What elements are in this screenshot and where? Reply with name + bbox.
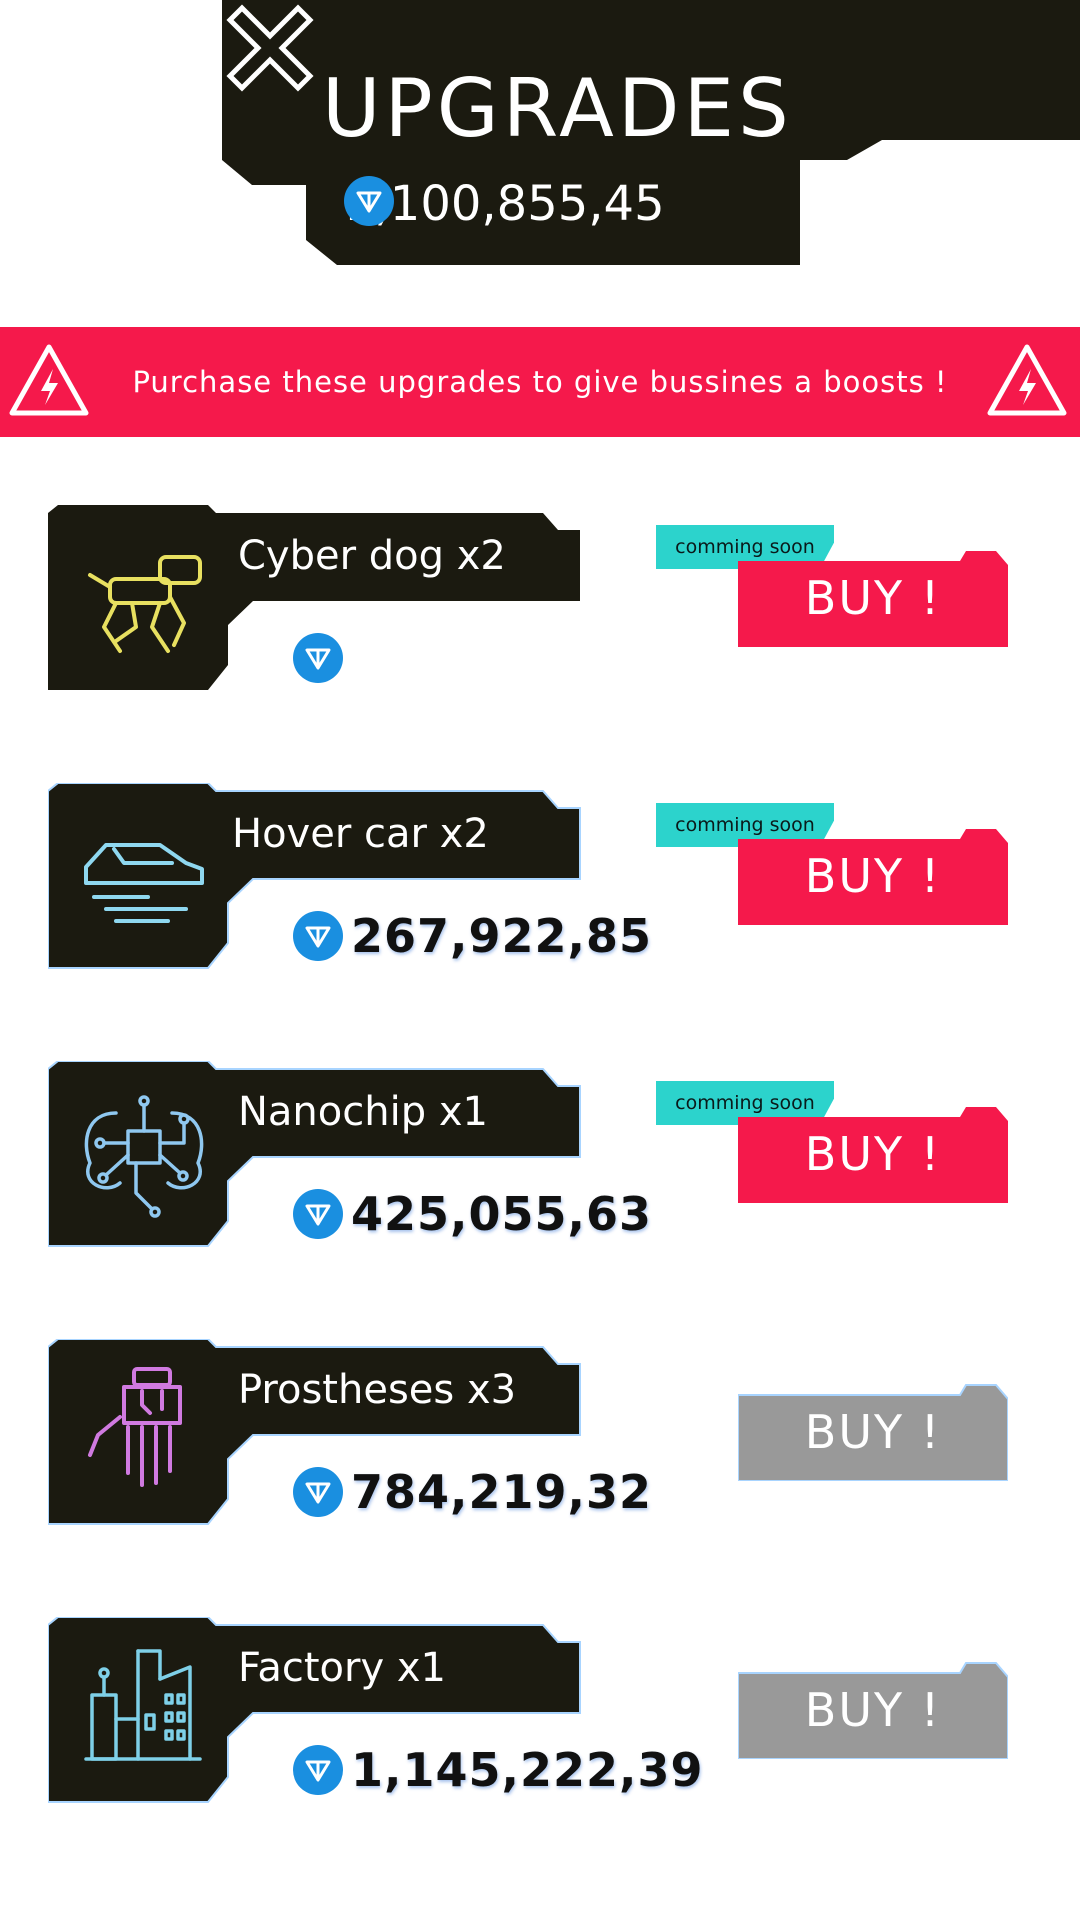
banner-text: Purchase these upgrades to give bussines… bbox=[132, 365, 948, 399]
ton-coin-icon bbox=[293, 1189, 343, 1239]
page-title: UPGRADES bbox=[322, 62, 793, 155]
buy-button[interactable]: BUY ! bbox=[738, 547, 1008, 647]
cyber-dog-icon bbox=[88, 555, 202, 653]
upgrade-card: Factory x1 1,145,222,39 bbox=[48, 1617, 703, 1807]
warning-icon bbox=[987, 344, 1067, 416]
upgrade-price: 115,055,15 bbox=[293, 631, 624, 685]
upgrade-card: Cyber dog x2 115,055,15 bbox=[48, 505, 623, 695]
prosthesis-hand-icon bbox=[88, 1367, 182, 1487]
buy-label: BUY ! bbox=[804, 849, 942, 903]
upgrade-row-cyber-dog: Cyber dog x2 115,055,15 comming soon BUY… bbox=[0, 505, 1080, 695]
buy-button[interactable]: BUY ! bbox=[738, 1103, 1008, 1203]
upgrade-row-factory: Factory x1 1,145,222,39 BUY ! bbox=[0, 1617, 1080, 1807]
price-amount: 425,055,63 bbox=[351, 1187, 653, 1241]
price-amount: 115,055,15 bbox=[351, 631, 625, 685]
upgrade-row-hover-car: Hover car x2 267,922,85 comming soon BUY… bbox=[0, 783, 1080, 973]
ton-coin-icon bbox=[344, 176, 394, 226]
upgrade-price: 1,145,222,39 bbox=[293, 1743, 704, 1797]
info-banner: Purchase these upgrades to give bussines… bbox=[0, 327, 1080, 437]
upgrade-row-nanochip: Nanochip x1 425,055,63 comming soon BUY … bbox=[0, 1061, 1080, 1251]
upgrade-card: Nanochip x1 425,055,63 bbox=[48, 1061, 651, 1251]
upgrade-name: Nanochip x1 bbox=[238, 1089, 488, 1135]
upgrade-card: Hover car x2 267,922,85 bbox=[48, 783, 651, 973]
ton-coin-icon bbox=[293, 911, 343, 961]
buy-button[interactable]: BUY ! bbox=[738, 825, 1008, 925]
warning-icon bbox=[9, 344, 89, 416]
hover-car-icon bbox=[84, 843, 204, 923]
buy-label: BUY ! bbox=[804, 1127, 942, 1181]
upgrade-card: Prostheses x3 784,219,32 bbox=[48, 1339, 651, 1529]
price-amount: 267,922,85 bbox=[351, 909, 653, 963]
price-amount: 784,219,32 bbox=[351, 1465, 653, 1519]
upgrade-price: 784,219,32 bbox=[293, 1465, 652, 1519]
upgrade-price: 425,055,63 bbox=[293, 1187, 652, 1241]
buy-button-disabled[interactable]: BUY ! bbox=[738, 1659, 1008, 1759]
upgrade-name: Prostheses x3 bbox=[238, 1367, 517, 1413]
buy-label: BUY ! bbox=[804, 1405, 942, 1459]
upgrade-price: 267,922,85 bbox=[293, 909, 652, 963]
buy-button-disabled[interactable]: BUY ! bbox=[738, 1381, 1008, 1481]
ton-coin-icon bbox=[293, 633, 343, 683]
upgrade-name: Cyber dog x2 bbox=[238, 533, 506, 579]
upgrade-row-prostheses: Prostheses x3 784,219,32 BUY ! bbox=[0, 1339, 1080, 1529]
nanochip-icon bbox=[84, 1095, 204, 1218]
balance-display: 1,100,855,45 bbox=[344, 176, 665, 232]
price-amount: 1,145,222,39 bbox=[351, 1743, 704, 1797]
buy-label: BUY ! bbox=[804, 1683, 942, 1737]
upgrade-name: Factory x1 bbox=[238, 1645, 446, 1691]
ton-coin-icon bbox=[293, 1745, 343, 1795]
header-panel: UPGRADES 1,100,855,45 bbox=[222, 0, 1080, 265]
ton-coin-icon bbox=[293, 1467, 343, 1517]
upgrade-name: Hover car x2 bbox=[232, 811, 489, 857]
close-icon[interactable] bbox=[222, 0, 318, 96]
buy-label: BUY ! bbox=[804, 571, 942, 625]
factory-icon bbox=[84, 1649, 202, 1761]
